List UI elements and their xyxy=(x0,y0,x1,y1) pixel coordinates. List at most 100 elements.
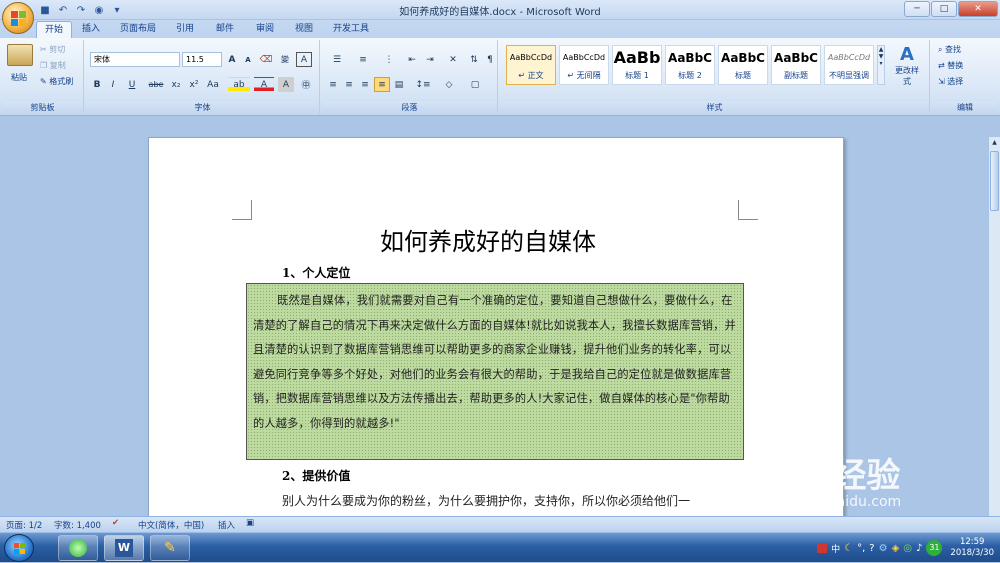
save-icon[interactable]: ■ xyxy=(38,3,52,17)
customize-qat-icon[interactable]: ▾ xyxy=(110,3,124,17)
minimize-button[interactable]: ─ xyxy=(904,1,930,17)
print-preview-icon[interactable]: ◉ xyxy=(92,3,106,17)
style-heading-2[interactable]: AaBbC 标题 2 xyxy=(665,45,715,85)
change-styles-button[interactable]: A 更改样式 xyxy=(892,44,922,87)
language-status[interactable]: 中文(简体，中国) xyxy=(138,519,204,531)
crop-mark xyxy=(738,200,758,220)
tab-mailings[interactable]: 邮件 xyxy=(208,21,242,38)
replace-button[interactable]: ⇄ 替换 xyxy=(938,60,963,71)
start-button[interactable] xyxy=(4,534,34,562)
numbering-icon[interactable]: ≡ xyxy=(352,52,374,67)
tab-review[interactable]: 审阅 xyxy=(248,21,282,38)
section-heading-1[interactable]: 1、个人定位 xyxy=(282,264,350,281)
decrease-indent-icon[interactable]: ⇤ xyxy=(404,52,420,67)
ime-mode[interactable]: 中 xyxy=(831,542,840,555)
shrink-font-button[interactable]: A xyxy=(240,52,256,67)
font-name-box[interactable]: 宋体 xyxy=(90,52,180,67)
volume-icon[interactable]: ♪ xyxy=(916,543,922,554)
chinese-layout-icon[interactable]: ✕ xyxy=(442,52,464,67)
network-icon[interactable]: ◎ xyxy=(903,543,912,554)
subscript-button[interactable]: x₂ xyxy=(168,77,184,92)
increase-indent-icon[interactable]: ⇥ xyxy=(422,52,438,67)
vertical-scrollbar[interactable]: ▲ xyxy=(988,137,1000,516)
line-spacing-icon[interactable]: ↕≡ xyxy=(412,77,434,92)
borders-icon[interactable]: ▢ xyxy=(464,77,486,92)
crop-mark xyxy=(232,200,252,220)
font-color-icon[interactable]: A xyxy=(254,77,274,92)
shield-icon[interactable]: ◈ xyxy=(892,543,900,554)
ime-icon[interactable] xyxy=(817,543,828,553)
cut-button[interactable]: ✂ 剪切 xyxy=(40,44,65,55)
tab-view[interactable]: 视图 xyxy=(287,21,321,38)
shaded-paragraph[interactable]: 既然是自媒体，我们就需要对自己有一个准确的定位，要知道自己想做什么，要做什么，在… xyxy=(246,283,744,460)
proofing-icon[interactable]: ✔ xyxy=(112,518,119,528)
grow-font-button[interactable]: A xyxy=(224,52,240,67)
align-right-icon[interactable]: ≡ xyxy=(358,77,372,92)
strikethrough-button[interactable]: abe xyxy=(146,77,166,92)
scroll-up-icon[interactable]: ▲ xyxy=(990,139,999,148)
styles-scroll[interactable]: ▲ ▼ ▾ xyxy=(877,45,885,85)
notification-badge[interactable]: 31 xyxy=(926,540,943,556)
punctuation-icon[interactable]: °, xyxy=(857,543,865,554)
style-subtitle[interactable]: AaBbC 副标题 xyxy=(771,45,821,85)
align-left-icon[interactable]: ≡ xyxy=(326,77,340,92)
macro-icon[interactable]: ▣ xyxy=(246,518,254,528)
document-heading[interactable]: 如何养成好的自媒体 xyxy=(380,222,596,257)
maximize-button[interactable]: □ xyxy=(931,1,957,17)
section-heading-2[interactable]: 2、提供价值 xyxy=(282,467,350,484)
superscript-button[interactable]: x² xyxy=(186,77,202,92)
browser-taskbar-button[interactable] xyxy=(58,535,98,561)
scroll-thumb[interactable] xyxy=(990,151,999,211)
align-center-icon[interactable]: ≡ xyxy=(342,77,356,92)
justify-icon[interactable]: ≡ xyxy=(374,77,390,92)
char-border-button[interactable]: A xyxy=(296,52,312,67)
office-button[interactable] xyxy=(2,2,34,34)
select-button[interactable]: ⇲ 选择 xyxy=(938,76,963,87)
style-no-spacing[interactable]: AaBbCcDd ↵ 无间隔 xyxy=(559,45,609,85)
style-name: 标题 2 xyxy=(678,71,702,80)
settings-icon[interactable]: ⚙ xyxy=(879,543,888,554)
italic-button[interactable]: I xyxy=(106,77,120,92)
char-shading-button[interactable]: A xyxy=(278,77,294,92)
word-count[interactable]: 字数: 1,400 xyxy=(54,519,101,531)
find-button[interactable]: ⌕ 查找 xyxy=(938,44,961,55)
help-icon[interactable]: ? xyxy=(869,543,874,554)
style-subtle-emphasis[interactable]: AaBbCcDd 不明显强调 xyxy=(824,45,874,85)
moon-icon[interactable]: ☾ xyxy=(844,543,853,554)
clear-format-button[interactable]: ⌫ xyxy=(258,52,274,67)
shading-icon[interactable]: ◇ xyxy=(438,77,460,92)
paste-icon[interactable] xyxy=(7,44,33,66)
sort-icon[interactable]: ⇅ xyxy=(466,52,482,67)
close-button[interactable]: ✕ xyxy=(958,1,998,17)
style-normal[interactable]: AaBbCcDd ↵ 正文 xyxy=(506,45,556,85)
enclose-char-button[interactable]: ㊥ xyxy=(298,77,314,92)
bold-button[interactable]: B xyxy=(90,77,104,92)
paste-label[interactable]: 粘贴 xyxy=(11,72,27,83)
distribute-icon[interactable]: ▤ xyxy=(392,77,406,92)
redo-icon[interactable]: ↷ xyxy=(74,3,88,17)
tab-developer[interactable]: 开发工具 xyxy=(325,21,377,38)
bullets-icon[interactable]: ☰ xyxy=(326,52,348,67)
copy-button[interactable]: ❐ 复制 xyxy=(40,60,66,71)
phonetic-guide-button[interactable]: 變 xyxy=(276,52,294,67)
undo-icon[interactable]: ↶ xyxy=(56,3,70,17)
multilevel-list-icon[interactable]: ⋮ xyxy=(378,52,400,67)
change-case-button[interactable]: Aa xyxy=(204,77,222,92)
insert-mode[interactable]: 插入 xyxy=(218,519,235,531)
highlight-icon[interactable]: ab xyxy=(228,77,250,92)
tab-page-layout[interactable]: 页面布局 xyxy=(112,21,164,38)
underline-button[interactable]: U xyxy=(122,77,142,92)
format-painter-button[interactable]: ✎ 格式刷 xyxy=(40,76,73,87)
word-taskbar-button[interactable]: W xyxy=(104,535,144,561)
tab-insert[interactable]: 插入 xyxy=(74,21,108,38)
body-text[interactable]: 别人为什么要成为你的粉丝，为什么要拥护你，支持你，所以你必须给他们一 xyxy=(282,492,690,509)
page-count[interactable]: 页面: 1/2 xyxy=(6,519,42,531)
clock[interactable]: 12:59 2018/3/30 xyxy=(950,537,994,559)
paint-taskbar-button[interactable]: ✎ xyxy=(150,535,190,561)
tab-references[interactable]: 引用 xyxy=(168,21,202,38)
font-size-box[interactable]: 11.5 xyxy=(182,52,222,67)
style-heading-1[interactable]: AaBb 标题 1 xyxy=(612,45,662,85)
show-marks-icon[interactable]: ¶ xyxy=(484,52,496,67)
tab-home[interactable]: 开始 xyxy=(36,21,73,38)
style-title[interactable]: AaBbC 标题 xyxy=(718,45,768,85)
